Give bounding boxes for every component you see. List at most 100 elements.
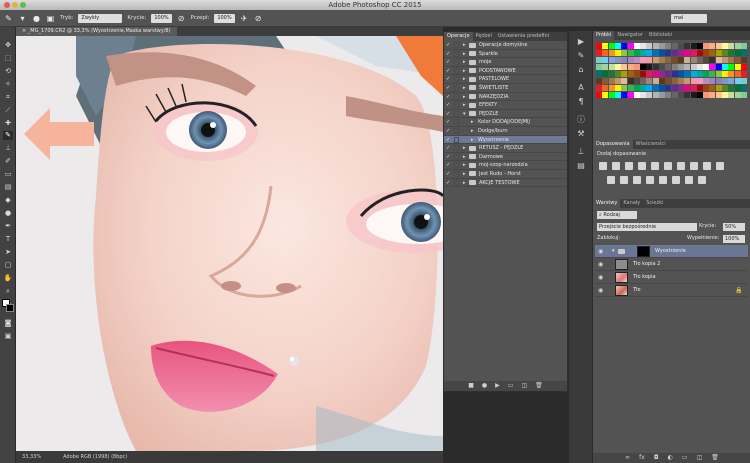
- swatch[interactable]: [646, 64, 653, 70]
- swatch[interactable]: [671, 92, 678, 98]
- swatch[interactable]: [614, 71, 621, 77]
- swatch[interactable]: [677, 43, 684, 49]
- swatch[interactable]: [677, 85, 684, 91]
- color-balance-icon[interactable]: [677, 162, 685, 170]
- dodge-tool-icon[interactable]: ●: [3, 209, 13, 218]
- toggle-check-icon[interactable]: ✓: [446, 153, 453, 161]
- swatch[interactable]: [608, 64, 615, 70]
- swatch[interactable]: [621, 71, 628, 77]
- shadows-icon[interactable]: [685, 176, 693, 184]
- swatch[interactable]: [671, 50, 678, 56]
- toggle-check-icon[interactable]: ✓: [446, 144, 453, 152]
- toggle-check-icon[interactable]: ✓: [446, 67, 453, 75]
- fill-field[interactable]: 100%: [723, 235, 745, 243]
- quick-mask-icon[interactable]: ◙: [3, 319, 13, 328]
- swatch[interactable]: [690, 92, 697, 98]
- swatch[interactable]: [709, 92, 716, 98]
- quick-select-tool-icon[interactable]: ✧: [3, 80, 13, 89]
- swatch[interactable]: [665, 92, 672, 98]
- swatch[interactable]: [722, 50, 728, 56]
- swatch[interactable]: [627, 78, 634, 84]
- layer-row[interactable]: ◉ ▾ Wyostrzenie: [595, 245, 748, 258]
- swatch[interactable]: [690, 64, 697, 70]
- swatch[interactable]: [740, 43, 747, 49]
- background-color-swatch[interactable]: [6, 304, 14, 312]
- opacity-field[interactable]: 100%: [151, 13, 172, 23]
- trash-icon[interactable]: 🗑: [535, 381, 543, 391]
- posterize-icon[interactable]: [633, 176, 641, 184]
- swatch[interactable]: [627, 85, 634, 91]
- tool-presets-icon[interactable]: ⚒: [576, 129, 586, 139]
- swatch[interactable]: [740, 92, 747, 98]
- layer-filter-select[interactable]: ⌕ Rodzaj: [597, 211, 637, 219]
- swatch[interactable]: [614, 57, 621, 63]
- toggle-check-icon[interactable]: ✓: [446, 41, 453, 49]
- swatch[interactable]: [696, 92, 703, 98]
- swatch[interactable]: [602, 85, 609, 91]
- swatch[interactable]: [722, 92, 728, 98]
- eye-icon[interactable]: ◉: [598, 245, 603, 258]
- chevron-down-icon[interactable]: ▾: [463, 110, 466, 118]
- dialog-toggle-icon[interactable]: [454, 136, 459, 143]
- swatch[interactable]: [665, 43, 672, 49]
- swatch[interactable]: [722, 85, 728, 91]
- eye-icon[interactable]: ◉: [598, 258, 603, 271]
- pressure-size-icon[interactable]: ⊘: [254, 14, 263, 23]
- swatch[interactable]: [652, 92, 659, 98]
- swatch[interactable]: [684, 71, 691, 77]
- swatch[interactable]: [652, 78, 659, 84]
- levels-icon[interactable]: [612, 162, 620, 170]
- dialog-toggle-icon[interactable]: [454, 145, 459, 152]
- swatch[interactable]: [614, 64, 621, 70]
- swatch[interactable]: [633, 92, 640, 98]
- swatch[interactable]: [684, 92, 691, 98]
- blend-mode-select[interactable]: Przejście bezpośrednie: [597, 223, 697, 231]
- swatch[interactable]: [715, 71, 722, 77]
- swatch[interactable]: [646, 43, 653, 49]
- swatch[interactable]: [722, 64, 728, 70]
- swatch[interactable]: [665, 50, 672, 56]
- brush-preset-icon[interactable]: ▾: [18, 14, 27, 23]
- photo-filter-icon[interactable]: [703, 162, 711, 170]
- eye-icon[interactable]: ◉: [598, 271, 603, 284]
- action-item[interactable]: ✓ ▸ moje: [444, 58, 567, 67]
- action-item[interactable]: ✓ ▾ PĘDZLE: [444, 110, 567, 119]
- swatch[interactable]: [652, 71, 659, 77]
- swatch[interactable]: [659, 71, 665, 77]
- swatch[interactable]: [728, 92, 735, 98]
- swatch[interactable]: [690, 78, 697, 84]
- info-panel-icon[interactable]: ⓘ: [576, 115, 586, 125]
- swatch[interactable]: [696, 64, 703, 70]
- swatch[interactable]: [633, 43, 640, 49]
- action-item[interactable]: ✓ ▸ Wyostrzenie: [444, 135, 567, 145]
- swatch[interactable]: [652, 57, 659, 63]
- swatch[interactable]: [659, 50, 665, 56]
- swatch[interactable]: [608, 85, 615, 91]
- chevron-right-icon[interactable]: ▸: [471, 136, 474, 144]
- action-item[interactable]: ✓ ▸ Sparkle: [444, 50, 567, 59]
- swatch[interactable]: [703, 92, 710, 98]
- layer-row[interactable]: ◉ Tło kopia 2: [595, 258, 748, 271]
- swatch[interactable]: [608, 43, 615, 49]
- zoom-level[interactable]: 33,33%: [22, 451, 41, 463]
- swatch[interactable]: [671, 71, 678, 77]
- action-item[interactable]: ✓ ▸ moj-szop-narzedzia: [444, 161, 567, 170]
- tab-kanaly[interactable]: Kanały: [620, 199, 643, 208]
- swatch[interactable]: [640, 78, 647, 84]
- clone-stamp-tool-icon[interactable]: ⊥: [3, 144, 13, 153]
- swatch[interactable]: [709, 57, 716, 63]
- swatch[interactable]: [677, 57, 684, 63]
- swatch[interactable]: [614, 50, 621, 56]
- new-layer-icon[interactable]: ◫: [697, 453, 703, 463]
- swatch[interactable]: [646, 50, 653, 56]
- chevron-right-icon[interactable]: ▸: [463, 179, 466, 187]
- tab-sciezki[interactable]: Ścieżki: [643, 199, 666, 208]
- swatch[interactable]: [703, 43, 710, 49]
- history-panel-icon[interactable]: ⌂: [576, 65, 586, 75]
- swatch[interactable]: [703, 85, 710, 91]
- swatch[interactable]: [671, 85, 678, 91]
- add-mask-icon[interactable]: ◘: [654, 453, 659, 463]
- swatch[interactable]: [696, 85, 703, 91]
- swatch[interactable]: [696, 43, 703, 49]
- swatch[interactable]: [677, 64, 684, 70]
